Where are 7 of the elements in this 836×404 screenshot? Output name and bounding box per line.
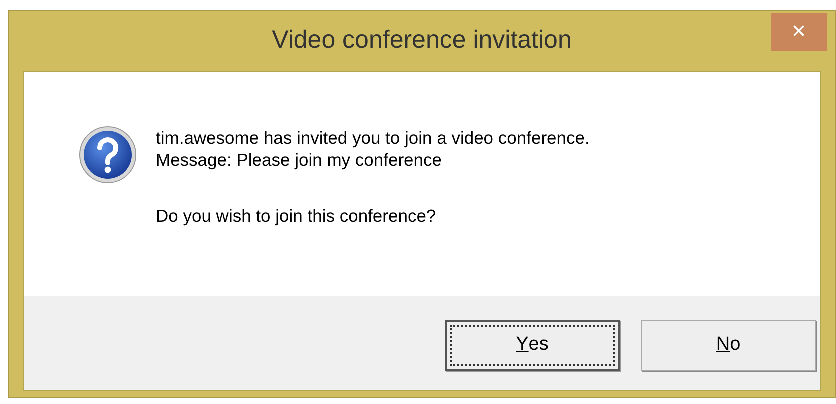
dialog-button[interactable]: Yes — [445, 320, 620, 371]
question-icon — [78, 125, 138, 185]
message-text: tim.awesome has invited you to join a video conference. — [156, 127, 590, 149]
message-text: Message: Please join my conference — [156, 149, 443, 171]
question-text: Do you wish to join this conference? — [156, 205, 438, 227]
window-title: Video conference invitation — [272, 25, 572, 56]
dialog-button[interactable]: No — [641, 320, 816, 371]
